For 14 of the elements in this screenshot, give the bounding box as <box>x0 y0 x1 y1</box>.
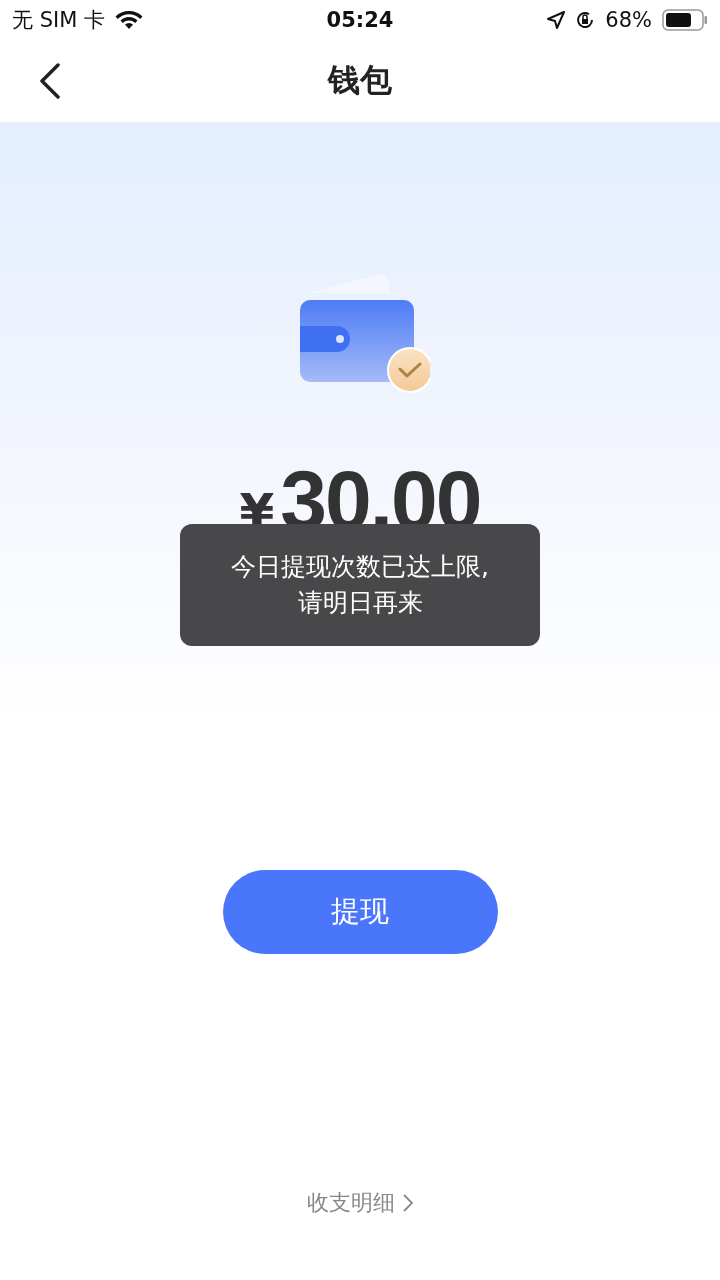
toast-text: 请明日再来 <box>297 587 423 619</box>
carrier-label: 无 SIM 卡 <box>12 7 105 34</box>
withdraw-button[interactable]: 提现 <box>222 870 498 954</box>
wifi-icon <box>115 10 143 30</box>
rotation-lock-icon <box>575 10 596 30</box>
details-link[interactable]: 收支明细 <box>303 1184 417 1222</box>
location-arrow-icon <box>547 11 566 29</box>
clock-time: 05:24 <box>326 8 394 32</box>
toast-text: 今日提现次数已达上限, <box>231 551 489 583</box>
page-title: 钱包 <box>328 60 392 101</box>
battery-icon <box>662 9 708 31</box>
chevron-right-icon <box>403 1194 413 1212</box>
back-chevron-icon <box>39 63 61 99</box>
battery-percent: 68% <box>605 8 652 32</box>
